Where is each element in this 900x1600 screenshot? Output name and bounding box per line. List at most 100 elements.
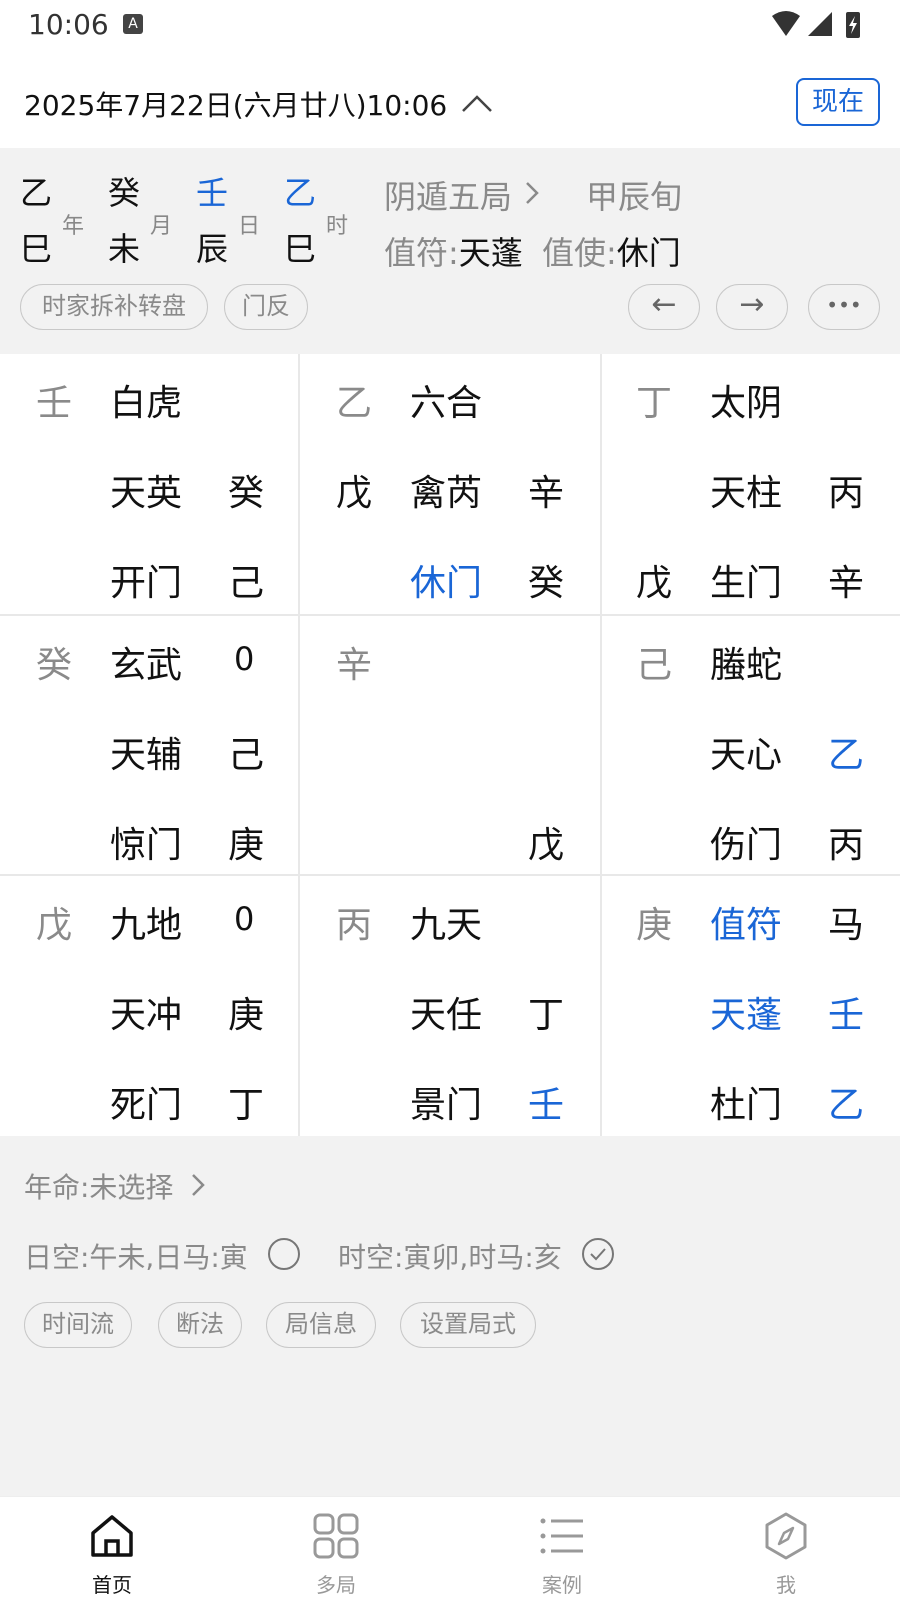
tab-label: 案例 — [542, 1573, 582, 1597]
circle-toggle-icon[interactable] — [266, 1236, 302, 1272]
pillar-zhi: 巳 — [20, 230, 53, 268]
palace-cell[interactable]: 庚 值符 马 天蓬 壬 杜门 乙 — [600, 876, 900, 1136]
palace-stem: 己 — [636, 645, 673, 686]
ju-name[interactable]: 阴遁五局 — [384, 172, 512, 218]
tab-multi[interactable]: 多局 — [276, 1505, 396, 1597]
zhifu-label: 值符: — [384, 234, 459, 272]
zhifu-text: 值符:天蓬 — [384, 228, 523, 274]
palace-stem: 乙 — [336, 383, 373, 424]
zhifu-value: 天蓬 — [458, 234, 523, 272]
ju-info-chip[interactable]: 局信息 — [266, 1302, 376, 1348]
palace-mark: 0 — [234, 900, 255, 938]
chaibu-chip[interactable]: 时家拆补转盘 — [20, 284, 208, 330]
palace-earth-stem: 癸 — [528, 563, 565, 604]
palace-star: 天英 — [110, 473, 183, 514]
palace-cell[interactable]: 戊 九地 0 天冲 庚 死门 丁 — [0, 876, 300, 1136]
zhishi-value: 休门 — [616, 234, 681, 272]
status-bar: 10:06 A — [0, 0, 900, 50]
year-pillar: 乙 巳 年 — [20, 168, 90, 268]
palace-earth-stem: 戊 — [528, 825, 565, 866]
nianming-selector[interactable]: 年命:未选择 — [24, 1166, 173, 1206]
prev-button[interactable]: ← — [628, 284, 700, 330]
xun-name: 甲辰旬 — [586, 178, 683, 216]
pillar-zhi: 辰 — [196, 230, 229, 268]
palace-door: 杜门 — [710, 1085, 783, 1126]
date-time-text[interactable]: 2025年7月22日(六月廿八)10:06 — [24, 84, 447, 124]
palace-god: 太阴 — [710, 383, 783, 424]
pillar-gan: 乙 — [284, 174, 317, 212]
notification-icon: A — [123, 14, 143, 34]
day-pillar: 壬 辰 日 — [196, 168, 266, 268]
palace-stem: 丙 — [336, 905, 373, 946]
palace-star: 天冲 — [110, 995, 183, 1036]
pillar-gan: 壬 — [196, 174, 229, 212]
rikong-text: 日空:午未,日马:寅 — [24, 1241, 248, 1274]
palace-earth-stem: 丁 — [228, 1085, 265, 1126]
pillar-zhi: 未 — [108, 230, 141, 268]
palace-cell[interactable]: 乙 六合 戊 禽芮 辛 休门 癸 — [300, 354, 600, 614]
shikong-text: 时空:寅卯,时马:亥 — [338, 1241, 562, 1274]
palace-cell[interactable]: 己 螣蛇 天心 乙 伤门 丙 — [600, 616, 900, 876]
pillar-label: 月 — [150, 214, 173, 239]
palace-god: 九地 — [110, 905, 183, 946]
palace-door: 死门 — [110, 1085, 183, 1126]
palace-sky-stem: 己 — [228, 735, 265, 776]
list-icon — [540, 1518, 583, 1554]
palace-hidden-stem: 戊 — [336, 473, 373, 514]
palace-cell[interactable]: 丙 九天 天任 丁 景门 壬 — [300, 876, 600, 1136]
set-ju-chip[interactable]: 设置局式 — [400, 1302, 536, 1348]
palace-cell[interactable]: 丁 太阴 天柱 丙 戊 生门 辛 — [600, 354, 900, 614]
palace-sky-stem: 丙 — [828, 473, 865, 514]
palace-earth-stem: 壬 — [528, 1085, 565, 1126]
menfan-chip[interactable]: 门反 — [224, 284, 308, 330]
palace-cell[interactable]: 癸 玄武 0 天辅 己 惊门 庚 — [0, 616, 300, 876]
check-circle-icon[interactable] — [580, 1236, 616, 1272]
compass-icon — [765, 1512, 807, 1560]
chevron-right-icon[interactable] — [190, 1172, 206, 1198]
palace-mark: 马 — [828, 905, 865, 946]
tab-home[interactable]: 首页 — [52, 1505, 172, 1597]
palace-star: 天辅 — [110, 735, 183, 776]
chevron-right-icon[interactable] — [524, 180, 540, 206]
time-flow-chip[interactable]: 时间流 — [24, 1302, 132, 1348]
pillar-gan: 癸 — [108, 174, 141, 212]
palace-god: 六合 — [410, 383, 483, 424]
palace-star: 禽芮 — [410, 473, 483, 514]
more-button[interactable]: ••• — [808, 284, 880, 330]
palace-earth-stem: 己 — [228, 563, 265, 604]
palace-door: 休门 — [410, 563, 483, 604]
palace-star: 天任 — [410, 995, 483, 1036]
next-button[interactable]: → — [716, 284, 788, 330]
palace-earth-stem: 乙 — [828, 1085, 865, 1126]
tab-label: 首页 — [92, 1573, 132, 1597]
signal-battery-icons — [772, 11, 860, 38]
palace-god: 玄武 — [110, 645, 183, 686]
zhishi-label: 值使: — [542, 234, 617, 272]
pillar-label: 日 — [238, 214, 261, 239]
palace-cell-center[interactable]: 辛 戊 — [300, 616, 600, 876]
month-pillar: 癸 未 月 — [108, 168, 178, 268]
bottom-info-panel: 年命:未选择 日空:午未,日马:寅 时空:寅卯,时马:亥 时间流 断法 局信息 … — [0, 1136, 900, 1496]
status-time: 10:06 — [28, 8, 109, 41]
palace-door: 开门 — [110, 563, 183, 604]
now-button[interactable]: 现在 — [796, 78, 880, 126]
palace-earth-stem: 庚 — [228, 825, 265, 866]
palace-sky-stem: 壬 — [828, 995, 865, 1036]
palace-sky-stem: 辛 — [528, 473, 565, 514]
palace-earth-stem: 丙 — [828, 825, 865, 866]
palace-stem: 壬 — [36, 383, 73, 424]
tab-cases[interactable]: 案例 — [502, 1505, 622, 1597]
palace-stem: 癸 — [36, 645, 73, 686]
grid-icon — [313, 1513, 359, 1559]
tab-me[interactable]: 我 — [726, 1505, 846, 1597]
tab-label: 多局 — [316, 1573, 356, 1597]
duanfa-chip[interactable]: 断法 — [158, 1302, 242, 1348]
palace-mark: 0 — [234, 640, 255, 678]
palace-door: 生门 — [710, 563, 783, 604]
palace-star: 天蓬 — [710, 995, 783, 1036]
pillar-gan: 乙 — [20, 174, 53, 212]
hour-pillar: 乙 巳 时 — [284, 168, 354, 268]
palace-cell[interactable]: 壬 白虎 天英 癸 开门 己 — [0, 354, 300, 614]
chevron-up-icon[interactable] — [460, 92, 494, 114]
palace-star: 天心 — [710, 735, 783, 776]
